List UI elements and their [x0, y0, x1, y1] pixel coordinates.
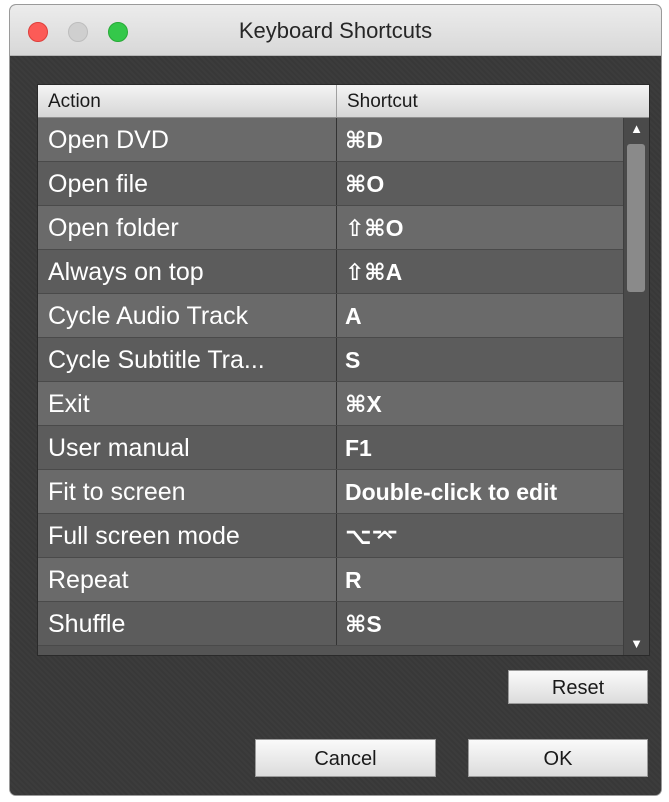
table-row[interactable]: Shuffle ⌘S	[38, 602, 623, 646]
reset-button[interactable]: Reset	[508, 670, 648, 704]
vertical-scrollbar[interactable]: ▲ ▼	[623, 118, 649, 655]
table-header: Action Shortcut	[38, 85, 649, 118]
table-row[interactable]: Open DVD ⌘D	[38, 118, 623, 162]
keyboard-shortcuts-window: Keyboard Shortcuts Action Shortcut Open …	[10, 5, 661, 795]
action-cell: Repeat	[38, 558, 337, 601]
scroll-up-arrow-icon[interactable]: ▲	[624, 118, 649, 140]
table-row[interactable]: Always on top ⇧⌘A	[38, 250, 623, 294]
table-row[interactable]: Open file ⌘O	[38, 162, 623, 206]
shortcut-cell[interactable]: A	[337, 294, 623, 337]
title-bar[interactable]: Keyboard Shortcuts	[10, 5, 661, 56]
table-row[interactable]: User manual F1	[38, 426, 623, 470]
action-cell: Always on top	[38, 250, 337, 293]
shortcut-cell[interactable]: ⌘X	[337, 382, 623, 425]
action-cell: Exit	[38, 382, 337, 425]
shortcuts-table: Action Shortcut Open DVD ⌘D Open file ⌘O…	[37, 84, 650, 656]
action-cell: Cycle Audio Track	[38, 294, 337, 337]
scroll-down-arrow-icon[interactable]: ▼	[624, 633, 649, 655]
dialog-content: Action Shortcut Open DVD ⌘D Open file ⌘O…	[10, 56, 661, 795]
action-cell: Open file	[38, 162, 337, 205]
table-body: Open DVD ⌘D Open file ⌘O Open folder ⇧⌘O…	[38, 118, 623, 655]
table-row[interactable]: Cycle Audio Track A	[38, 294, 623, 338]
shortcut-cell[interactable]: R	[337, 558, 623, 601]
column-header-action[interactable]: Action	[38, 85, 337, 117]
cancel-button[interactable]: Cancel	[255, 739, 436, 777]
action-cell: Open DVD	[38, 118, 337, 161]
shortcut-cell[interactable]: ⇧⌘A	[337, 250, 623, 293]
shortcut-cell[interactable]: Double-click to edit	[337, 470, 623, 513]
table-row[interactable]: Open folder ⇧⌘O	[38, 206, 623, 250]
table-row[interactable]: Full screen mode ⌥⌤	[38, 514, 623, 558]
action-cell: Open folder	[38, 206, 337, 249]
table-row[interactable]: Repeat R	[38, 558, 623, 602]
ok-button[interactable]: OK	[468, 739, 648, 777]
action-cell: User manual	[38, 426, 337, 469]
shortcut-cell[interactable]: ⌘S	[337, 602, 623, 645]
shortcut-cell[interactable]: ⌥⌤	[337, 514, 623, 557]
table-row[interactable]: Exit ⌘X	[38, 382, 623, 426]
action-cell: Full screen mode	[38, 514, 337, 557]
shortcut-cell[interactable]: ⌘D	[337, 118, 623, 161]
scroll-thumb[interactable]	[627, 144, 645, 292]
action-cell: Cycle Subtitle Tra...	[38, 338, 337, 381]
action-cell: Fit to screen	[38, 470, 337, 513]
column-header-shortcut[interactable]: Shortcut	[337, 85, 649, 117]
shortcut-cell[interactable]: ⌘O	[337, 162, 623, 205]
action-cell: Shuffle	[38, 602, 337, 645]
window-title: Keyboard Shortcuts	[238, 18, 433, 43]
table-row[interactable]: Fit to screen Double-click to edit	[38, 470, 623, 514]
shortcut-cell[interactable]: F1	[337, 426, 623, 469]
shortcut-cell[interactable]: ⇧⌘O	[337, 206, 623, 249]
shortcut-cell[interactable]: S	[337, 338, 623, 381]
table-row[interactable]: Cycle Subtitle Tra... S	[38, 338, 623, 382]
